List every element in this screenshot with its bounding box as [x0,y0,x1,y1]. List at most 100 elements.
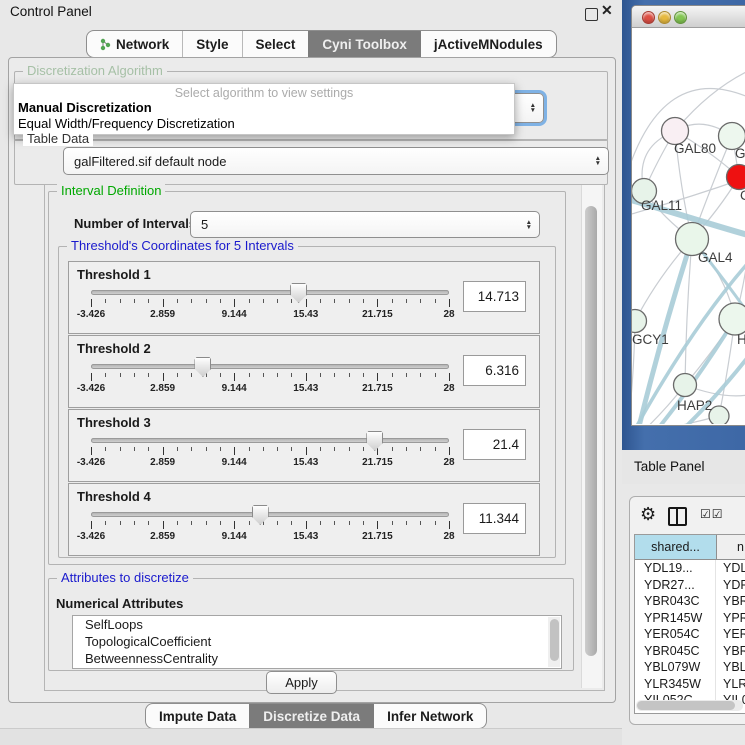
group-title-attributes: Attributes to discretize [57,570,193,585]
threshold-value-field[interactable]: 11.344 [463,503,526,534]
slider-thumb[interactable] [252,505,269,525]
tab-style[interactable]: Style [182,31,241,57]
threshold-value-field[interactable]: 14.713 [463,281,526,312]
tab-infer-network[interactable]: Infer Network [373,704,486,728]
slider-tick [234,447,235,455]
numerical-attributes-list[interactable]: SelfLoopsTopologicalCoefficientBetweenne… [72,615,562,669]
slider-tick [148,373,149,377]
slider-tick [234,521,235,529]
attribute-item-selfloops[interactable]: SelfLoops [73,616,561,633]
top-tab-strip: NetworkStyleSelectCyni ToolboxjActiveMNo… [86,30,557,58]
algorithm-popup: Select algorithm to view settings Manual… [13,83,515,135]
popup-option-manual-discretization[interactable]: Manual Discretization [14,100,514,116]
slider-track[interactable] [91,290,449,295]
slider-tick [435,447,436,451]
table-row[interactable]: YPR145WYPR1 [635,610,745,627]
threshold-value-field[interactable]: 6.316 [463,355,526,386]
slider-tick [91,373,92,381]
slider-tick [363,299,364,303]
attribute-item-betweennesscentrality[interactable]: BetweennessCentrality [73,650,561,667]
network-node[interactable] [632,310,647,333]
table-row[interactable]: YBR043CYBR0 [635,593,745,610]
float-window-icon[interactable] [585,8,598,21]
table-row[interactable]: YBL079WYBL0 [635,659,745,676]
slider-tick-label: 21.715 [362,309,393,320]
table-row[interactable]: YLR345WYLR3 [635,676,745,693]
attribute-item-topologicalcoefficient[interactable]: TopologicalCoefficient [73,633,561,650]
slider-tick [406,373,407,377]
slider-tick [263,373,264,377]
table-row[interactable]: YDR27...YDR2 [635,577,745,594]
slider-tick-label: 21.715 [362,531,393,542]
zoom-light-icon[interactable] [674,11,687,24]
column-header-name[interactable]: n [717,535,745,559]
tab-select[interactable]: Select [242,31,309,57]
slider-tick [105,521,106,525]
slider-tick [291,299,292,303]
network-icon [100,38,111,51]
tab-cyni-toolbox[interactable]: Cyni Toolbox [308,31,420,57]
tab-discretize-data[interactable]: Discretize Data [249,704,373,728]
tab-network[interactable]: Network [87,31,182,57]
column-header-shared-name[interactable]: shared... [635,535,717,559]
slider-tick [148,521,149,525]
attributes-scrollbar-track[interactable] [548,617,560,667]
slider-tick [191,447,192,451]
slider-tick-label: 9.144 [222,383,247,394]
slider-tick [306,521,307,529]
slider-tick-label: 9.144 [222,309,247,320]
network-node[interactable] [727,165,745,190]
threshold-panel-2: Threshold 2-3.4262.8599.14415.4321.71528… [68,335,540,408]
slider-thumb[interactable] [194,357,211,377]
slider-track[interactable] [91,512,449,517]
slider-tick [435,299,436,303]
combo-arrows-icon: ▲▼ [530,103,536,113]
table-hscrollbar-thumb[interactable] [637,701,735,710]
intervals-combobox[interactable]: 5 ▲▼ [190,211,540,238]
app-root: Control Panel ✕ NetworkStyleSelectCyni T… [0,0,745,745]
network-node[interactable] [674,374,697,397]
slider-tick [392,521,393,525]
slider-tick [234,373,235,381]
slider-tick [120,373,121,377]
slider-track[interactable] [91,364,449,369]
threshold-value-field[interactable]: 21.4 [463,429,526,460]
slider-tick-label: -3.426 [77,531,105,542]
slider-tick-label: 2.859 [150,457,175,468]
slider-tick [377,299,378,307]
slider-tick-label: 21.715 [362,383,393,394]
attributes-scrollbar-thumb[interactable] [550,619,559,661]
slider-tick-label: 15.43 [293,383,318,394]
slider-tick [148,447,149,451]
slider-tick [163,299,164,307]
close-light-icon[interactable] [642,11,655,24]
slider-tick [220,447,221,451]
minimize-light-icon[interactable] [658,11,671,24]
checkbox-icons[interactable]: ☑☑ [700,507,724,521]
network-window-titlebar[interactable] [632,6,745,28]
slider-tick-label: -3.426 [77,457,105,468]
table-row[interactable]: YDL19...YDL1 [635,560,745,577]
slider-tick [120,521,121,525]
slider-thumb[interactable] [290,283,307,303]
split-view-icon[interactable] [668,507,687,526]
network-canvas[interactable]: GAL80GACGAL11GAL4GCY1HHAP2 [632,27,745,424]
table-hscrollbar-track[interactable] [636,700,743,711]
close-icon[interactable]: ✕ [601,2,613,19]
tab-jactivemnodules[interactable]: jActiveMNodules [420,31,556,57]
slider-track[interactable] [91,438,449,443]
network-window: GAL80GACGAL11GAL4GCY1HHAP2 [631,5,745,426]
popup-option-equal-width-frequency-discretization[interactable]: Equal Width/Frequency Discretization [14,116,514,132]
gear-icon[interactable]: ⚙ [640,505,656,523]
table-data-combobox[interactable]: galFiltered.sif default node ▲▼ [63,147,609,175]
panel-title: Control Panel [10,4,92,19]
table-row[interactable]: YBR045CYBR0 [635,643,745,660]
slider-tick [277,447,278,451]
settings-scrollbar-thumb[interactable] [585,206,597,656]
tab-impute-data[interactable]: Impute Data [146,704,249,728]
network-node[interactable] [719,303,745,335]
slider-thumb[interactable] [366,431,383,451]
popup-hint: Select algorithm to view settings [14,84,514,100]
table-row[interactable]: YER054CYER0 [635,626,745,643]
apply-button[interactable]: Apply [266,671,337,694]
